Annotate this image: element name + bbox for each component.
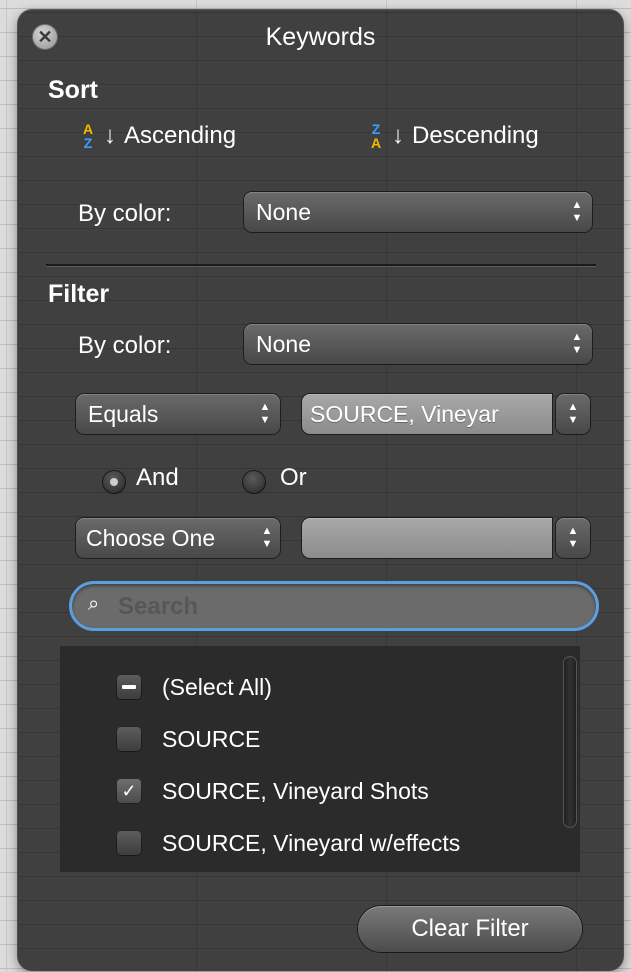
or-label: Or [280, 464, 307, 491]
list-item[interactable]: ✓ SOURCE, Vineyard Shots [116, 776, 429, 806]
arrow-down-icon: ↓ [392, 122, 404, 149]
list-item-select-all[interactable]: (Select All) [116, 672, 272, 702]
arrow-down-icon: ↓ [104, 122, 116, 149]
checkbox-checked[interactable]: ✓ [116, 778, 142, 804]
scrollbar-thumb[interactable] [563, 656, 577, 828]
checkbox[interactable] [116, 726, 142, 752]
condition1-value-combobox[interactable]: SOURCE, Vineyar [302, 394, 552, 434]
sort-ascending-button[interactable]: A Z ↓ Ascending [80, 122, 236, 150]
search-input[interactable] [116, 590, 580, 624]
stepper-icon: ▲ ▼ [571, 199, 583, 224]
filter-by-color-label: By color: [78, 332, 172, 359]
condition2-operator-value: Choose One [86, 525, 216, 551]
checkbox-mixed[interactable] [116, 674, 142, 700]
list-item-label: SOURCE, Vineyard w/effects [162, 829, 461, 856]
clear-filter-button[interactable]: Clear Filter [358, 906, 582, 952]
checkbox[interactable] [116, 830, 142, 856]
filter-heading: Filter [48, 280, 110, 308]
list-scrollbar[interactable] [560, 646, 580, 872]
list-item-label: SOURCE [162, 725, 261, 752]
condition2-value-stepper[interactable]: ▲ ▼ [556, 518, 590, 558]
list-item-label: SOURCE, Vineyard Shots [162, 777, 429, 804]
sort-by-color-label: By color: [78, 200, 172, 227]
title-bar: ✕ Keywords [18, 10, 623, 66]
filter-by-color-value: None [256, 331, 311, 357]
condition2-operator-select[interactable]: Choose One ▲ ▼ [76, 518, 280, 558]
sort-za-icon: Z A [370, 121, 382, 151]
section-divider [46, 264, 596, 267]
checkmark-icon: ✓ [121, 781, 137, 801]
or-radio[interactable] [242, 470, 266, 494]
sort-descending-label: Descending [412, 122, 539, 149]
stepper-icon: ▲ ▼ [571, 331, 583, 356]
keywords-panel: ✕ Keywords Sort A Z ↓ Ascending Z A ↓ De… [18, 10, 623, 970]
stepper-icon: ▲ ▼ [259, 401, 271, 426]
list-item[interactable]: SOURCE [116, 724, 260, 754]
condition1-operator-value: Equals [88, 401, 159, 427]
condition2-value-combobox[interactable] [302, 518, 552, 558]
sort-descending-button[interactable]: Z A ↓ Descending [368, 122, 539, 150]
stepper-icon: ▲ ▼ [261, 525, 273, 550]
sort-heading: Sort [48, 76, 98, 104]
and-label: And [136, 464, 179, 491]
sort-by-color-value: None [256, 199, 311, 225]
keyword-list[interactable]: (Select All) SOURCE ✓ SOURCE, Vineyard S… [60, 646, 580, 872]
condition1-value: SOURCE, Vineyar [310, 401, 499, 427]
sort-ascending-label: Ascending [124, 122, 237, 149]
window-title: Keywords [265, 23, 376, 51]
list-item[interactable]: SOURCE, Vineyard w/effects [116, 828, 460, 858]
list-item-label: (Select All) [162, 673, 272, 700]
filter-by-color-select[interactable]: None ▲ ▼ [244, 324, 592, 364]
condition1-value-stepper[interactable]: ▲ ▼ [556, 394, 590, 434]
search-icon: ⌕ [88, 593, 100, 615]
sort-by-color-select[interactable]: None ▲ ▼ [244, 192, 592, 232]
condition1-operator-select[interactable]: Equals ▲ ▼ [76, 394, 280, 434]
and-radio[interactable] [102, 470, 126, 494]
sort-az-icon: A Z [82, 121, 94, 151]
search-field[interactable]: ⌕ [72, 584, 596, 628]
